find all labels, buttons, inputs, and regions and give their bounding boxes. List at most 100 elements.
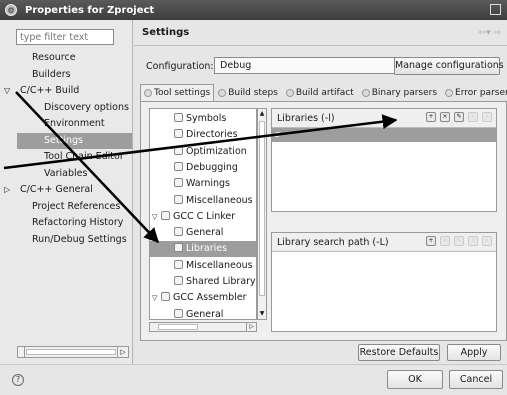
- nav-item[interactable]: Discovery options: [44, 100, 129, 116]
- expand-right-icon[interactable]: ▷: [4, 182, 14, 198]
- library-search-path-list[interactable]: [272, 251, 496, 331]
- tool-tree-item[interactable]: Libraries: [150, 241, 256, 258]
- library-search-path-label: Library search path (-L): [277, 237, 389, 248]
- help-icon[interactable]: ?: [12, 374, 24, 386]
- app-icon: ⚙: [5, 4, 17, 16]
- tab-bar: Tool settings Build steps Build artifact Bi…: [140, 84, 507, 101]
- nav-item[interactable]: Project References: [32, 199, 120, 215]
- tool-tree-item[interactable]: ▽ GCC C Linker: [152, 209, 235, 225]
- move-up-icon[interactable]: ⇧: [468, 236, 478, 246]
- cancel-button[interactable]: Cancel: [449, 370, 503, 389]
- nav-item-label: Project References: [32, 200, 121, 212]
- scroll-left-arrow[interactable]: [18, 347, 25, 357]
- tool-tree-item[interactable]: Miscellaneous: [174, 193, 253, 209]
- expand-down-icon[interactable]: ▽: [152, 290, 161, 306]
- scroll-down-arrow[interactable]: ▼: [258, 309, 266, 319]
- tab-label: Error parsers: [455, 88, 507, 98]
- nav-item-label: Discovery options: [44, 101, 129, 113]
- nav-item[interactable]: ▽ C/C++ Build: [4, 83, 79, 99]
- tool-icon: [161, 210, 170, 220]
- tool-tree-item[interactable]: General: [174, 225, 223, 241]
- nav-item[interactable]: ▷ C/C++ General: [4, 182, 93, 198]
- tool-tree-horizontal-scrollbar[interactable]: ▷: [149, 322, 257, 332]
- tab[interactable]: Tool settings: [140, 84, 215, 101]
- configuration-select[interactable]: Debug ⬍: [214, 57, 422, 74]
- tool-tree-item[interactable]: Directories: [174, 127, 238, 143]
- tab-icon: [445, 88, 454, 97]
- tool-tree-label: Miscellaneous: [186, 194, 253, 206]
- option-page-icon: [174, 227, 183, 237]
- list-item[interactable]: z: [272, 128, 496, 142]
- back-forward-icon[interactable]: ⇦▾ ⇨: [479, 28, 501, 38]
- tool-tree-item[interactable]: Symbols: [174, 111, 226, 127]
- manage-configurations-button[interactable]: Manage configurations: [394, 57, 504, 75]
- scroll-thumb[interactable]: [26, 349, 116, 355]
- ok-button[interactable]: OK: [387, 370, 443, 389]
- nav-item[interactable]: Resource: [32, 50, 76, 66]
- dialog-footer: ? OK Cancel: [0, 364, 507, 395]
- tab-label: Tool settings: [154, 88, 211, 98]
- tab-icon: [361, 88, 370, 97]
- nav-item-label: Variables: [44, 167, 88, 179]
- nav-item[interactable]: Variables: [44, 166, 87, 182]
- tool-tree-label: Warnings: [186, 178, 231, 190]
- left-pane: Resource Builders ▽ C/C++ Build Discovery op…: [0, 20, 133, 364]
- apply-button[interactable]: Apply: [447, 344, 501, 361]
- right-pane: Settings ⇦▾ ⇨ Configuration: Debug ⬍ Man…: [134, 20, 507, 364]
- filter-input[interactable]: [16, 29, 114, 45]
- tool-tree-item[interactable]: Optimization: [174, 144, 247, 160]
- add-icon[interactable]: +: [426, 112, 436, 122]
- tool-tree-label: GCC C Linker: [173, 210, 236, 222]
- tool-tree-label: Miscellaneous: [186, 259, 253, 271]
- tool-tree-item[interactable]: ▽ GCC Assembler: [152, 290, 247, 306]
- tab[interactable]: Error parsers: [441, 84, 507, 101]
- library-search-path-group: Library search path (-L) + × ✎ ⇧ ⇩: [271, 232, 497, 332]
- expand-down-icon[interactable]: ▽: [152, 209, 161, 225]
- tool-tree-label: Directories: [186, 129, 238, 141]
- tool-tree-item[interactable]: Debugging: [174, 160, 238, 176]
- libraries-label: Libraries (-l): [277, 113, 335, 124]
- nav-item-label: Tool Chain Editor: [44, 151, 124, 162]
- tool-settings-panel: Symbols Directories Optimization Debugging W…: [140, 101, 507, 341]
- edit-icon[interactable]: ✎: [454, 236, 464, 246]
- tab[interactable]: Build artifact: [282, 84, 358, 101]
- scroll-thumb[interactable]: [259, 121, 265, 296]
- move-down-icon[interactable]: ⇩: [482, 112, 492, 122]
- nav-item[interactable]: Tool Chain Editor: [44, 149, 124, 165]
- tool-tree-item[interactable]: Shared Library: [174, 274, 256, 290]
- add-icon[interactable]: +: [426, 236, 436, 246]
- tab[interactable]: Binary parsers: [358, 84, 441, 101]
- nav-item-label: Resource: [32, 52, 76, 63]
- tool-tree-item[interactable]: Warnings: [174, 176, 230, 192]
- nav-item[interactable]: Environment: [44, 116, 105, 132]
- libraries-list[interactable]: z: [272, 127, 496, 211]
- scroll-right-arrow[interactable]: ▷: [246, 323, 256, 331]
- scroll-up-arrow[interactable]: ▲: [258, 109, 266, 119]
- scroll-thumb[interactable]: [158, 324, 198, 330]
- restore-defaults-button[interactable]: Restore Defaults: [358, 344, 440, 361]
- nav-item[interactable]: Settings: [17, 132, 132, 149]
- delete-icon[interactable]: ×: [440, 112, 450, 122]
- nav-item[interactable]: Refactoring History: [32, 215, 123, 231]
- option-page-icon: [174, 178, 183, 188]
- tab-label: Build steps: [228, 88, 278, 98]
- tool-tree: Symbols Directories Optimization Debugging W…: [149, 108, 257, 320]
- tab[interactable]: Build steps: [214, 84, 282, 101]
- expand-down-icon[interactable]: ▽: [4, 83, 14, 99]
- nav-item-label: Environment: [44, 118, 105, 129]
- tool-tree-item[interactable]: Miscellaneous: [174, 258, 253, 274]
- tool-tree-label: General: [186, 308, 224, 320]
- nav-item[interactable]: Builders: [32, 67, 71, 83]
- nav-horizontal-scrollbar[interactable]: ▷: [17, 346, 129, 358]
- move-down-icon[interactable]: ⇩: [482, 236, 492, 246]
- tool-tree-item[interactable]: General: [174, 307, 224, 320]
- nav-item[interactable]: Run/Debug Settings: [32, 232, 127, 248]
- delete-icon[interactable]: ×: [440, 236, 450, 246]
- tab-label: Binary parsers: [371, 88, 438, 98]
- move-up-icon[interactable]: ⇧: [468, 112, 478, 122]
- maximize-button[interactable]: [490, 4, 501, 15]
- tool-tree-vertical-scrollbar[interactable]: ▲ ▼: [257, 108, 267, 320]
- edit-icon[interactable]: ✎: [454, 112, 464, 122]
- configuration-value: Debug: [220, 60, 252, 71]
- scroll-right-arrow[interactable]: ▷: [117, 347, 128, 357]
